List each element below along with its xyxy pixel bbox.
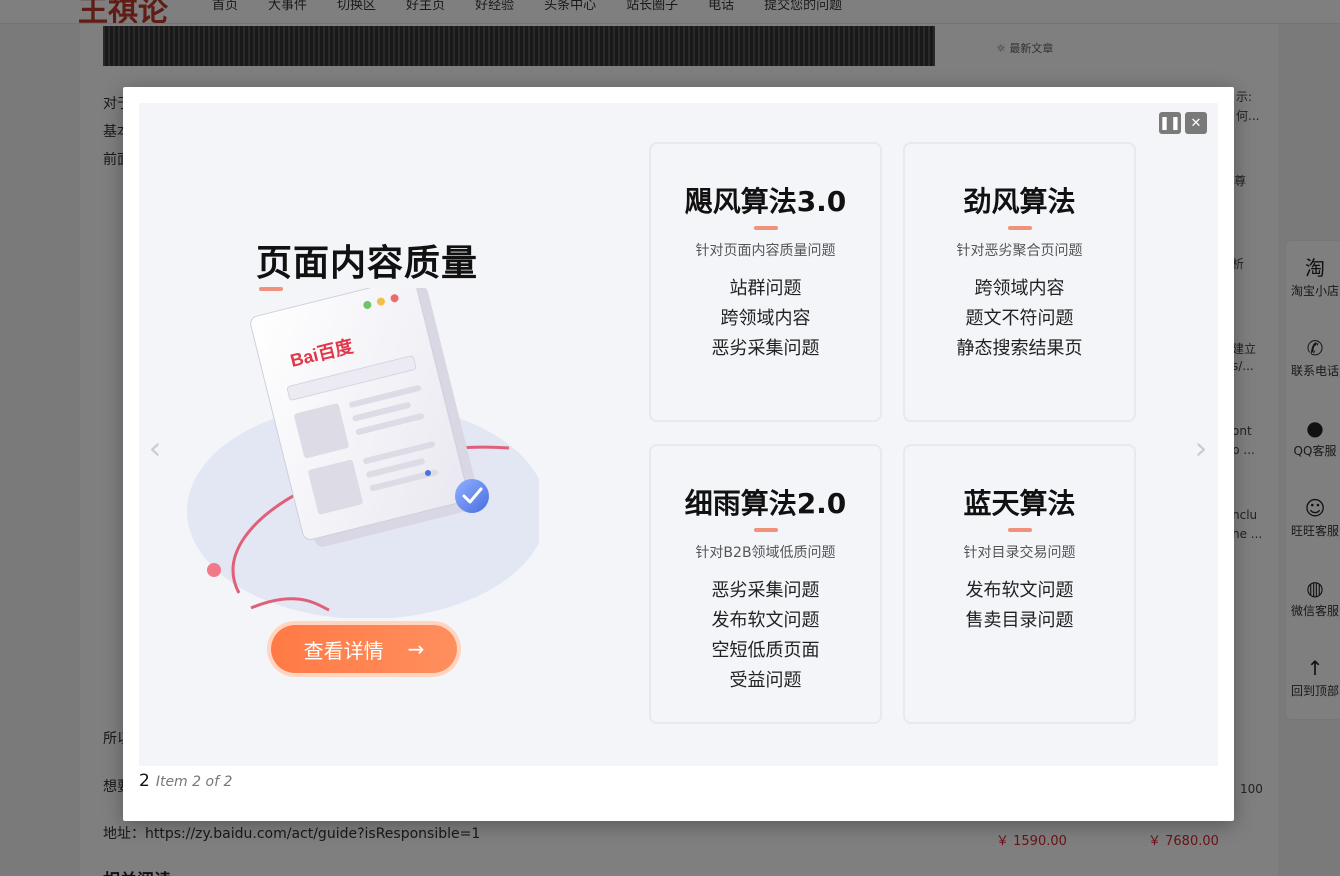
card-issue-item: 售卖目录问题 bbox=[965, 610, 1074, 631]
card-issue-item: 恶劣采集问题 bbox=[711, 338, 820, 359]
close-button[interactable]: ✕ bbox=[1185, 112, 1207, 134]
view-details-button[interactable]: 查看详情 → bbox=[267, 621, 461, 677]
card-issue-item: 空短低质页面 bbox=[711, 640, 820, 661]
arrow-right-icon: → bbox=[407, 637, 425, 661]
page-quality-title: 页面内容质量 bbox=[256, 243, 479, 284]
card-underline bbox=[1007, 226, 1032, 230]
document-illustration: Bai百度 bbox=[187, 288, 539, 618]
algorithm-card-drizzle: 细雨算法2.0 针对B2B领域低质问题 恶劣采集问题 发布软文问题 空短低质页面… bbox=[649, 444, 882, 724]
card-issue-item: 跨领域内容 bbox=[720, 308, 811, 329]
card-issue-item: 跨领域内容 bbox=[974, 278, 1065, 299]
algorithm-card-hurricane: 飓风算法3.0 针对页面内容质量问题 站群问题 跨领域内容 恶劣采集问题 bbox=[649, 142, 882, 422]
caption-number: 2 bbox=[139, 771, 150, 791]
prev-arrow-icon[interactable]: ‹ bbox=[143, 432, 167, 464]
card-issue-item: 受益问题 bbox=[729, 670, 802, 691]
card-issue-list: 发布软文问题 售卖目录问题 bbox=[905, 576, 1134, 636]
card-title: 蓝天算法 bbox=[963, 487, 1076, 520]
card-issue-item: 发布软文问题 bbox=[711, 610, 820, 631]
card-subtitle: 针对目录交易问题 bbox=[963, 545, 1076, 561]
card-title: 飓风算法3.0 bbox=[684, 185, 847, 218]
caption-text: Item 2 of 2 bbox=[155, 774, 233, 790]
card-subtitle: 针对恶劣聚合页问题 bbox=[956, 243, 1083, 259]
card-title: 细雨算法2.0 bbox=[684, 487, 847, 520]
check-badge-icon bbox=[455, 479, 489, 513]
lightbox-caption: 2 Item 2 of 2 bbox=[139, 771, 232, 793]
card-issue-list: 站群问题 跨领域内容 恶劣采集问题 bbox=[651, 274, 880, 364]
algorithm-card-blue-sky: 蓝天算法 针对目录交易问题 发布软文问题 售卖目录问题 bbox=[903, 444, 1136, 724]
pink-ball bbox=[207, 563, 221, 577]
card-underline bbox=[753, 528, 778, 532]
card-issue-item: 站群问题 bbox=[729, 278, 802, 299]
card-issue-item: 静态搜索结果页 bbox=[956, 338, 1083, 359]
card-subtitle: 针对页面内容质量问题 bbox=[695, 243, 836, 259]
lightbox-modal: ❚❚ ✕ ‹ › 页面内容质量 Bai百度 查看详情 → 飓风算法3.0 针对页… bbox=[123, 87, 1234, 821]
card-underline bbox=[753, 226, 778, 230]
card-title: 劲风算法 bbox=[963, 185, 1076, 218]
card-issue-item: 恶劣采集问题 bbox=[711, 580, 820, 601]
next-arrow-icon[interactable]: › bbox=[1189, 432, 1213, 464]
view-details-label: 查看详情 bbox=[303, 638, 384, 663]
slide-image: ❚❚ ✕ ‹ › 页面内容质量 Bai百度 查看详情 → 飓风算法3.0 针对页… bbox=[139, 103, 1218, 766]
card-issue-item: 题文不符问题 bbox=[965, 308, 1074, 329]
card-subtitle: 针对B2B领域低质问题 bbox=[695, 545, 836, 561]
card-underline bbox=[1007, 528, 1032, 532]
algorithm-card-strong-wind: 劲风算法 针对恶劣聚合页问题 跨领域内容 题文不符问题 静态搜索结果页 bbox=[903, 142, 1136, 422]
card-issue-list: 跨领域内容 题文不符问题 静态搜索结果页 bbox=[905, 274, 1134, 364]
card-issue-list: 恶劣采集问题 发布软文问题 空短低质页面 受益问题 bbox=[651, 576, 880, 696]
blue-dot bbox=[425, 470, 431, 476]
pause-button[interactable]: ❚❚ bbox=[1159, 112, 1181, 134]
card-issue-item: 发布软文问题 bbox=[965, 580, 1074, 601]
